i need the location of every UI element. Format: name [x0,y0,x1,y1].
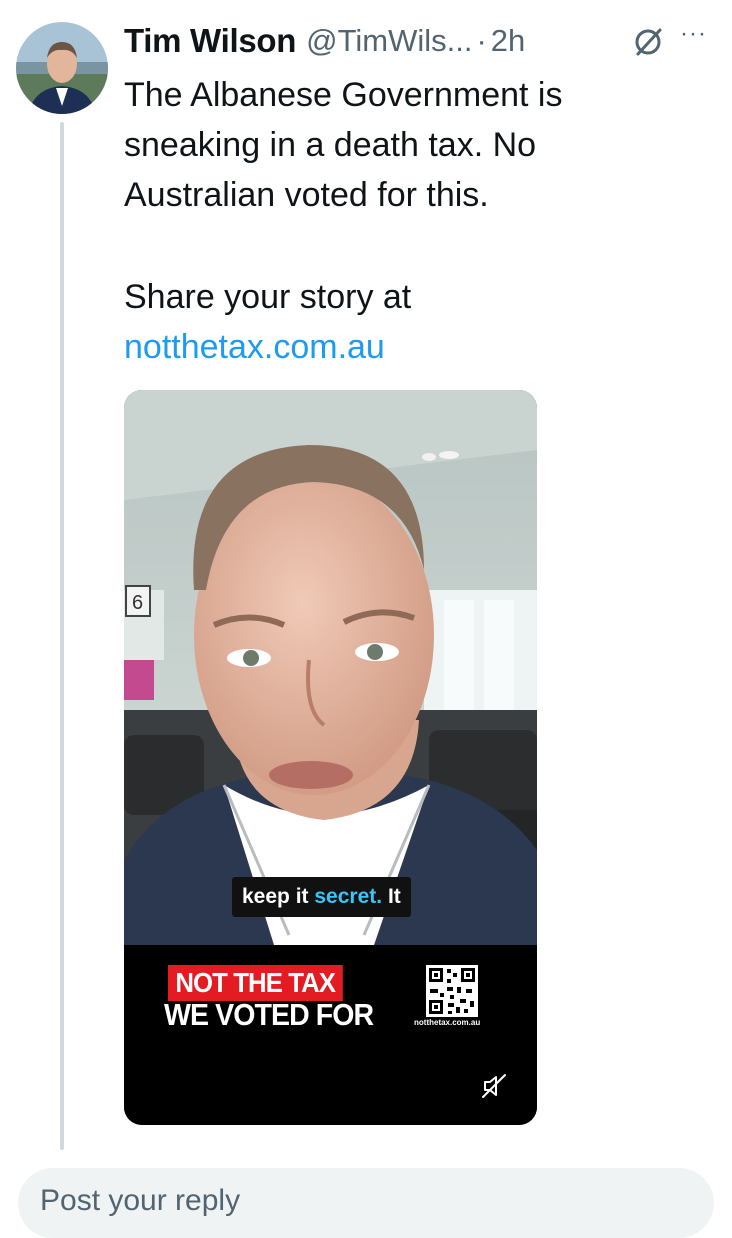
video-player[interactable]: 6 keep it secret. It NOT THE TAX WE VOTE… [124,390,537,1125]
tweet-body: The Albanese Government is sneaking in a… [124,70,684,372]
more-options-icon[interactable]: ··· [680,20,707,48]
separator-dot: · [476,23,487,58]
author-handle[interactable]: @TimWils... [306,23,472,59]
caption-prefix: keep it [242,885,309,908]
speaker-muted-icon[interactable] [479,1071,509,1101]
tweet-text: The Albanese Government is sneaking in a… [124,76,563,214]
reply-placeholder: Post your reply [40,1184,241,1217]
thread-connector-line [60,122,64,1150]
share-prefix: Share your story at [124,278,412,316]
caption-suffix: It [387,885,401,908]
banner-line-1: NOT THE TAX [168,965,343,1001]
qr-url: notthetax.com.au [414,1018,481,1027]
caption-highlight: secret. [314,885,383,908]
avatar[interactable] [16,22,108,114]
tweet-header: Tim Wilson @TimWils... · 2h ··· [124,18,722,64]
video-frame: 6 [124,390,537,945]
video-banner: NOT THE TAX WE VOTED FOR notthetax.com.a… [124,945,537,1125]
video-caption: keep it secret. It [232,877,411,917]
reply-input[interactable]: Post your reply [18,1168,714,1238]
gate-sign-text: 6 [132,592,143,614]
timestamp[interactable]: 2h [491,23,525,59]
author-name[interactable]: Tim Wilson [124,22,296,60]
grok-icon[interactable] [632,24,666,58]
qr-code-icon [426,965,478,1017]
tweet-link[interactable]: notthetax.com.au [124,328,385,366]
avatar-photo [16,22,108,114]
banner-line-2: WE VOTED FOR [164,997,374,1032]
